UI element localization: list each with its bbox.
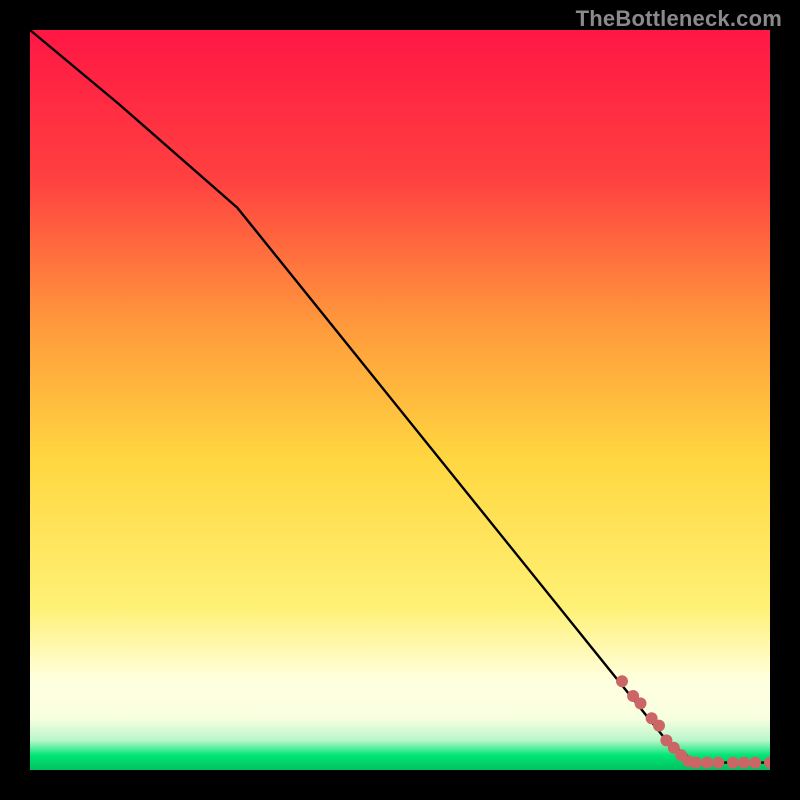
chart-stage: TheBottleneck.com xyxy=(0,0,800,800)
marker-point xyxy=(701,757,713,769)
gradient-background xyxy=(30,30,770,770)
marker-point xyxy=(712,757,724,769)
marker-point xyxy=(616,675,628,687)
marker-point xyxy=(635,697,647,709)
marker-point xyxy=(738,757,750,769)
marker-point xyxy=(690,757,702,769)
chart-svg xyxy=(30,30,770,770)
marker-point xyxy=(749,757,761,769)
marker-point xyxy=(653,720,665,732)
plot-area xyxy=(30,30,770,770)
marker-point xyxy=(727,757,739,769)
watermark-text: TheBottleneck.com xyxy=(576,6,782,32)
